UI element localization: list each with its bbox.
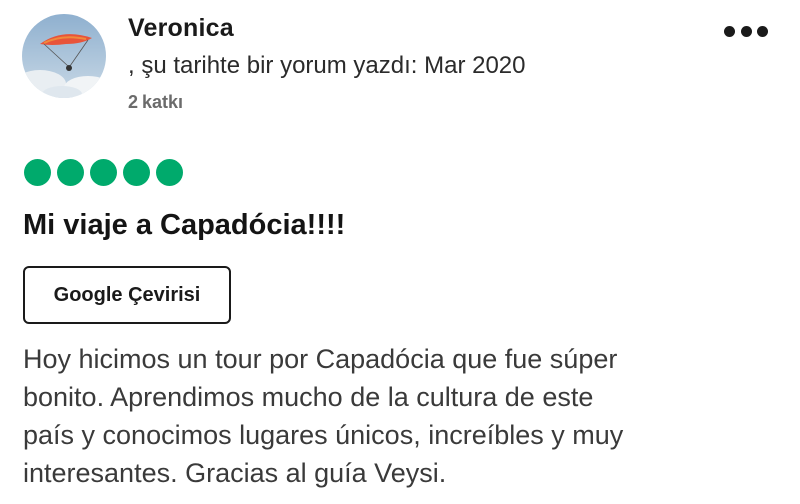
rating-bubble-icon (57, 159, 84, 186)
review-body: Hoy hicimos un tour por Capadócia que fu… (23, 340, 783, 492)
rating-bubble-icon (24, 159, 51, 186)
author-name[interactable]: Veronica (128, 14, 234, 43)
contributions-info: 2 katkı (128, 92, 183, 113)
more-options-button[interactable] (722, 20, 770, 42)
rating-bubble-icon (156, 159, 183, 186)
rating-bubble-icon (90, 159, 117, 186)
review-title: Mi viaje a Capadócia!!!! (23, 209, 346, 241)
contributions-count: 2 (128, 92, 139, 112)
contributions-label: katkı (142, 92, 184, 112)
review-body-line: bonito. Aprendimos mucho de la cultura d… (23, 382, 594, 412)
review-date-text: , şu tarihte bir yorum yazdı: Mar 2020 (128, 52, 526, 79)
rating-bubbles (24, 159, 183, 186)
avatar-paraglider-image (22, 14, 106, 98)
avatar[interactable] (22, 14, 106, 98)
review-body-line: Hoy hicimos un tour por Capadócia que fu… (23, 344, 618, 374)
more-options-icon (757, 25, 768, 37)
rating-bubble-icon (123, 159, 150, 186)
google-translate-button[interactable]: Google Çevirisi (23, 266, 231, 324)
review-card: Veronica , şu tarihte bir yorum yazdı: M… (0, 0, 800, 504)
more-options-icon (724, 25, 735, 37)
review-body-line: país y conocimos lugares únicos, increíb… (23, 420, 624, 450)
review-body-line: interesantes. Gracias al guía Veysi. (23, 458, 447, 488)
more-options-icon (740, 25, 752, 37)
